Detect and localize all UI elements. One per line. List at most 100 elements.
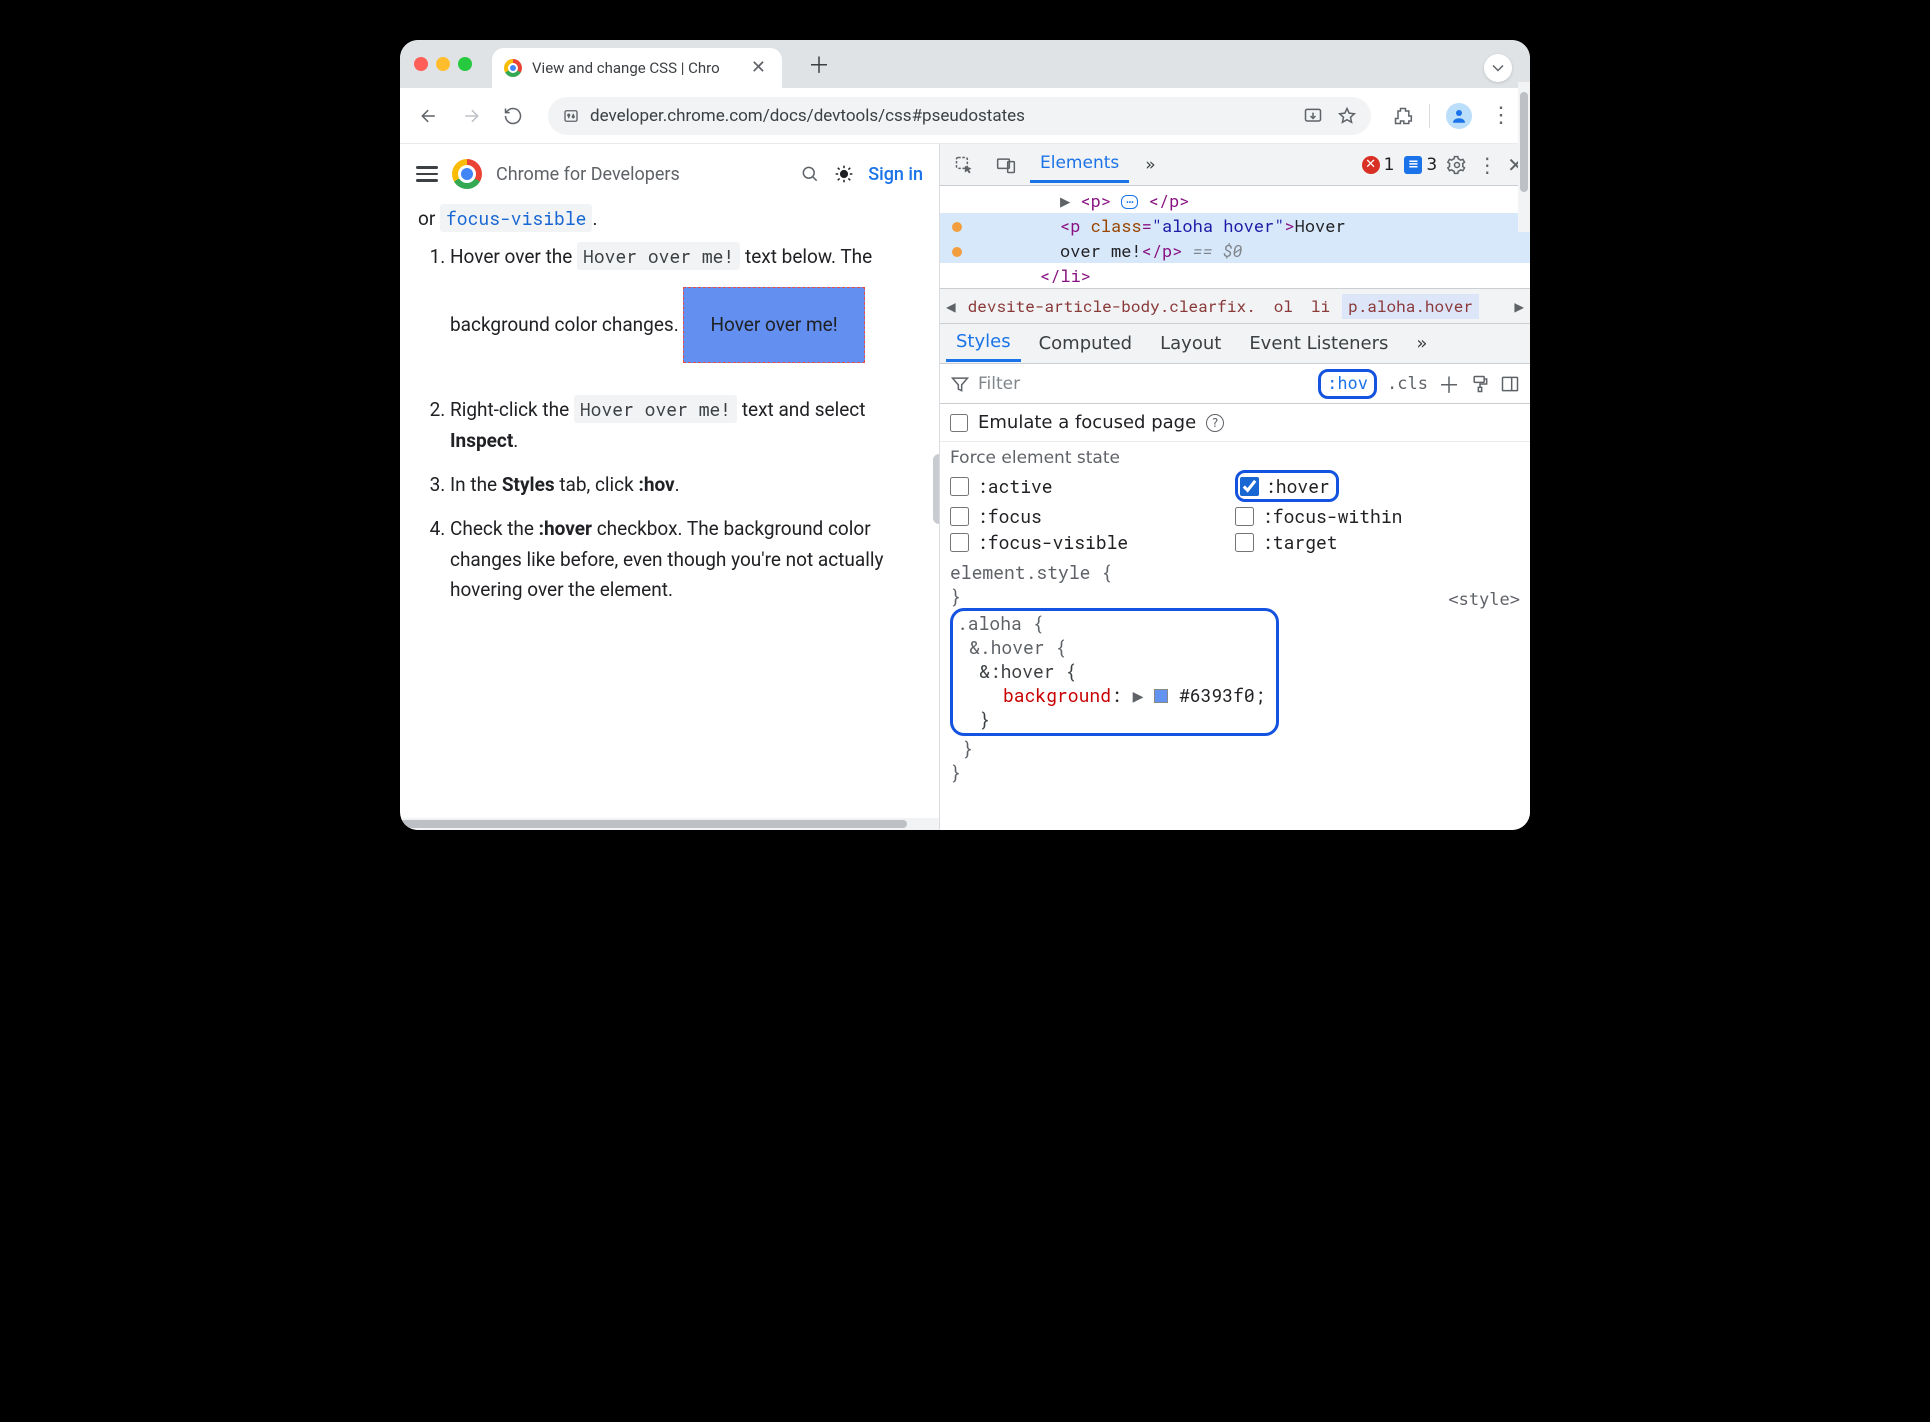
forward-button[interactable] (458, 103, 484, 128)
search-icon[interactable] (800, 164, 820, 184)
dom-line-selected[interactable]: <p class="aloha hover">Hover (940, 213, 1530, 238)
tab-layout[interactable]: Layout (1150, 328, 1231, 359)
step2-text-b: text and select (742, 398, 866, 421)
browser-window: View and change CSS | Chro ✕ ＋ developer… (400, 40, 1530, 830)
site-settings-icon[interactable] (562, 107, 580, 125)
address-bar[interactable]: developer.chrome.com/docs/devtools/css#p… (548, 97, 1371, 135)
profile-avatar[interactable] (1446, 103, 1472, 129)
extensions-icon[interactable] (1393, 106, 1413, 126)
bold-inspect: Inspect (450, 429, 513, 452)
css-selector-and-hover[interactable]: &.hover { (969, 635, 1066, 659)
pane-splitter[interactable] (933, 454, 940, 524)
css-brace: } (950, 584, 961, 608)
pseudo-focus-within-checkbox[interactable] (1235, 507, 1254, 526)
css-source-link[interactable]: <style> (1448, 590, 1520, 610)
step-1: Hover over the Hover over me! text below… (450, 242, 921, 381)
dom-line[interactable]: </li> (940, 263, 1530, 288)
back-button[interactable] (416, 103, 442, 128)
tab-event-listeners[interactable]: Event Listeners (1239, 328, 1398, 359)
breadcrumb-scroll-left[interactable]: ◀ (946, 296, 956, 317)
breadcrumb-item[interactable]: ol (1268, 294, 1299, 319)
tab-styles[interactable]: Styles (946, 326, 1021, 362)
devtools-panel: Elements » ✕1 ≡3 ⋮ ✕ ▶ <p> ⋯ </p> <p cla… (940, 144, 1530, 830)
chrome-logo-icon (452, 159, 482, 189)
tabs-overflow[interactable]: » (1135, 149, 1165, 181)
device-toolbar-icon[interactable] (988, 151, 1024, 179)
window-fullscreen-icon[interactable] (458, 57, 472, 71)
signin-link[interactable]: Sign in (868, 164, 923, 185)
tab-close-icon[interactable]: ✕ (751, 59, 766, 77)
css-selector-aloha[interactable]: .aloha { (957, 611, 1043, 635)
message-count-value: 3 (1426, 155, 1437, 175)
step3-text-b: tab, click (559, 473, 638, 496)
paint-icon[interactable] (1470, 374, 1490, 394)
browser-tab[interactable]: View and change CSS | Chro ✕ (492, 48, 782, 88)
css-rules-view[interactable]: element.style { } <style> .aloha { &.hov… (940, 560, 1530, 792)
pseudo-focus-checkbox[interactable] (950, 507, 969, 526)
computed-sidebar-icon[interactable] (1500, 374, 1520, 394)
bookmark-star-icon[interactable] (1337, 106, 1357, 126)
tabs-dropdown-button[interactable] (1484, 54, 1512, 82)
styles-tabs-overflow[interactable]: » (1406, 328, 1437, 359)
filter-icon (950, 374, 970, 394)
settings-icon[interactable] (1447, 155, 1467, 175)
pseudo-target-checkbox[interactable] (1235, 533, 1254, 552)
tab-computed[interactable]: Computed (1029, 328, 1143, 359)
dom-tree[interactable]: ▶ <p> ⋯ </p> <p class="aloha hover">Hove… (940, 186, 1530, 288)
user-icon (1450, 107, 1468, 125)
pseudo-active-checkbox[interactable] (950, 477, 969, 496)
pseudo-focus-visible-checkbox[interactable] (950, 533, 969, 552)
hover-over-me-box[interactable]: Hover over me! (683, 287, 864, 363)
message-icon: ≡ (1404, 156, 1422, 174)
window-minimize-icon[interactable] (436, 57, 450, 71)
css-element-style[interactable]: element.style { (950, 560, 1112, 584)
intro-or: or (418, 207, 440, 230)
css-property[interactable]: background (1003, 683, 1111, 707)
expand-icon[interactable]: ▶ (1133, 683, 1144, 707)
install-icon[interactable] (1303, 106, 1323, 126)
dom-line[interactable]: ▶ <p> ⋯ </p> (940, 188, 1530, 213)
cls-toggle[interactable]: .cls (1387, 374, 1428, 394)
favicon-icon (504, 59, 522, 77)
ellipsis-badge[interactable]: ⋯ (1121, 195, 1138, 209)
hov-toggle[interactable]: :hov (1318, 369, 1377, 399)
dom-breadcrumbs[interactable]: ◀ devsite-article-body.clearfix. ol li p… (940, 288, 1530, 324)
content-area: Chrome for Developers Sign in or focus-v… (400, 144, 1530, 830)
css-brace: } (979, 707, 990, 731)
css-selector-hover-pseudo[interactable]: &:hover { (979, 659, 1076, 683)
step2-text-a: Right-click the (450, 398, 574, 421)
step4-text-a: Check the (450, 517, 539, 540)
styles-filter-input[interactable]: Filter (950, 374, 1020, 394)
inspect-element-icon[interactable] (946, 151, 982, 179)
window-close-icon[interactable] (414, 57, 428, 71)
theme-icon[interactable] (834, 164, 854, 184)
step1-text-a: Hover over the (450, 245, 577, 268)
pseudo-focus-within-label: :focus-within (1262, 504, 1402, 528)
breadcrumb-item[interactable]: devsite-article-body.clearfix. (962, 294, 1262, 319)
menu-button[interactable] (416, 166, 438, 182)
new-style-rule-icon[interactable]: ＋ (1438, 368, 1460, 400)
css-value[interactable]: #6393f0 (1179, 683, 1255, 707)
pseudo-hover-checkbox[interactable] (1240, 477, 1259, 496)
horizontal-scrollbar[interactable] (400, 818, 939, 830)
bold-styles: Styles (502, 473, 555, 496)
tab-elements[interactable]: Elements (1030, 147, 1129, 183)
help-icon[interactable]: ? (1206, 414, 1224, 432)
color-swatch[interactable] (1154, 689, 1168, 703)
browser-menu-button[interactable]: ⋮ (1488, 103, 1514, 128)
reload-icon (503, 106, 523, 126)
message-count[interactable]: ≡3 (1404, 155, 1437, 175)
vertical-scrollbar[interactable] (1518, 144, 1530, 232)
devtools-menu-icon[interactable]: ⋮ (1477, 153, 1497, 177)
reload-button[interactable] (500, 103, 526, 128)
new-tab-button[interactable]: ＋ (808, 56, 830, 78)
pseudo-target-label: :target (1262, 530, 1338, 554)
address-toolbar: developer.chrome.com/docs/devtools/css#p… (400, 88, 1530, 144)
breadcrumb-scroll-right[interactable]: ▶ (1514, 296, 1524, 317)
breadcrumb-item[interactable]: li (1305, 294, 1336, 319)
error-count[interactable]: ✕1 (1362, 155, 1395, 175)
dom-line-selected-2[interactable]: over me!</p> == $0 (940, 238, 1530, 263)
arrow-left-icon (419, 106, 439, 126)
emulate-focused-checkbox[interactable] (950, 414, 968, 432)
breadcrumb-item-selected[interactable]: p.aloha.hover (1342, 294, 1479, 319)
